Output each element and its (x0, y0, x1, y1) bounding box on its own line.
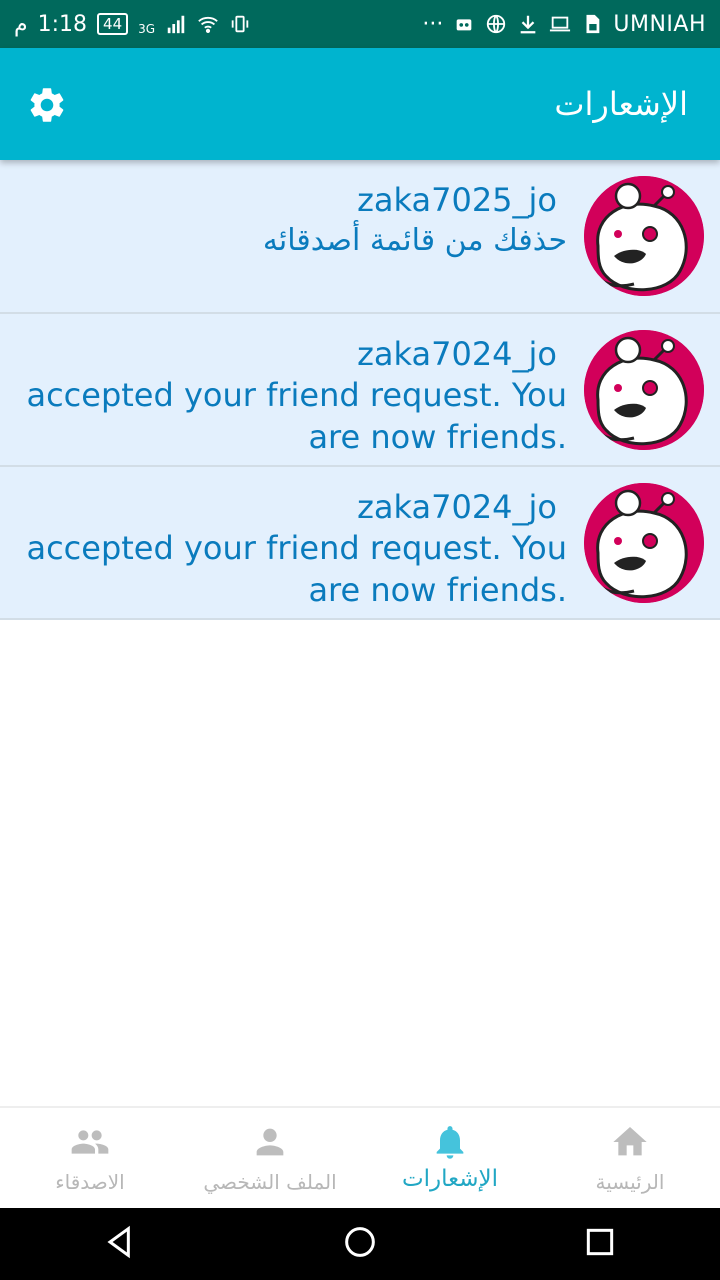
clock: 1:18 (37, 11, 88, 37)
notification-message: accepted your friend request. You are no… (26, 529, 567, 609)
back-triangle-icon (107, 1225, 130, 1259)
laptop-icon (549, 13, 571, 35)
avatar (584, 330, 704, 450)
nav-item-profile[interactable]: الملف الشخصي (180, 1108, 360, 1210)
battery-indicator: 44 (97, 13, 129, 35)
home-icon (613, 1127, 647, 1156)
vibrate-icon (229, 13, 251, 35)
download-icon (517, 13, 539, 35)
nav-label-notifications: الإشعارات (401, 1166, 499, 1192)
nav-label-home: الرئيسية (595, 1170, 665, 1194)
notification-username: zaka7025_jo (357, 181, 557, 219)
recents-button[interactable] (580, 1222, 620, 1266)
notification-item[interactable]: zaka7025_jo حذفك من قائمة أصدقائه (0, 160, 720, 314)
notification-list: zaka7025_jo حذفك من قائمة أصدقائه zaka70… (0, 160, 720, 620)
people-icon (71, 1130, 109, 1154)
avatar (584, 176, 704, 296)
am-pm-indicator: م (14, 11, 28, 37)
wifi-icon (197, 13, 219, 35)
nav-item-home[interactable]: الرئيسية (540, 1108, 720, 1210)
bell-icon (436, 1126, 464, 1159)
status-bar: م 1:18 44 3G ··· UMNIAH (0, 0, 720, 48)
home-circle-icon (345, 1227, 375, 1257)
app-notification-icon (453, 13, 475, 35)
notification-message: حذفك من قائمة أصدقائه (262, 223, 567, 258)
recents-square-icon (586, 1228, 614, 1256)
notification-username: zaka7024_jo (357, 488, 557, 526)
nav-item-friends[interactable]: الاصدقاء (0, 1108, 180, 1210)
notification-message: accepted your friend request. You are no… (26, 376, 567, 456)
sim-icon (581, 13, 603, 35)
carrier-name: UMNIAH (613, 11, 706, 37)
back-button[interactable] (100, 1222, 140, 1266)
person-icon (256, 1128, 284, 1156)
signal-icon (165, 13, 187, 35)
system-navigation-bar (0, 1208, 720, 1280)
app-bar: الإشعارات (0, 48, 720, 160)
avatar (584, 483, 704, 603)
bottom-navigation: الاصدقاء الملف الشخصي الإشعارات الرئيسية (0, 1106, 720, 1210)
more-notifications-icon: ··· (422, 11, 444, 37)
network-type: 3G (138, 21, 156, 36)
nav-label-friends: الاصدقاء (55, 1170, 125, 1194)
home-system-button[interactable] (340, 1222, 380, 1266)
nav-item-notifications[interactable]: الإشعارات (360, 1108, 540, 1210)
nav-label-profile: الملف الشخصي (203, 1170, 337, 1194)
notification-username: zaka7024_jo (357, 335, 557, 373)
globe-icon (485, 13, 507, 35)
gear-icon (30, 88, 64, 122)
notification-item[interactable]: zaka7024_jo accepted your friend request… (0, 314, 720, 467)
notification-item[interactable]: zaka7024_jo accepted your friend request… (0, 467, 720, 620)
settings-button[interactable] (26, 84, 68, 126)
page-title: الإشعارات (554, 85, 688, 123)
